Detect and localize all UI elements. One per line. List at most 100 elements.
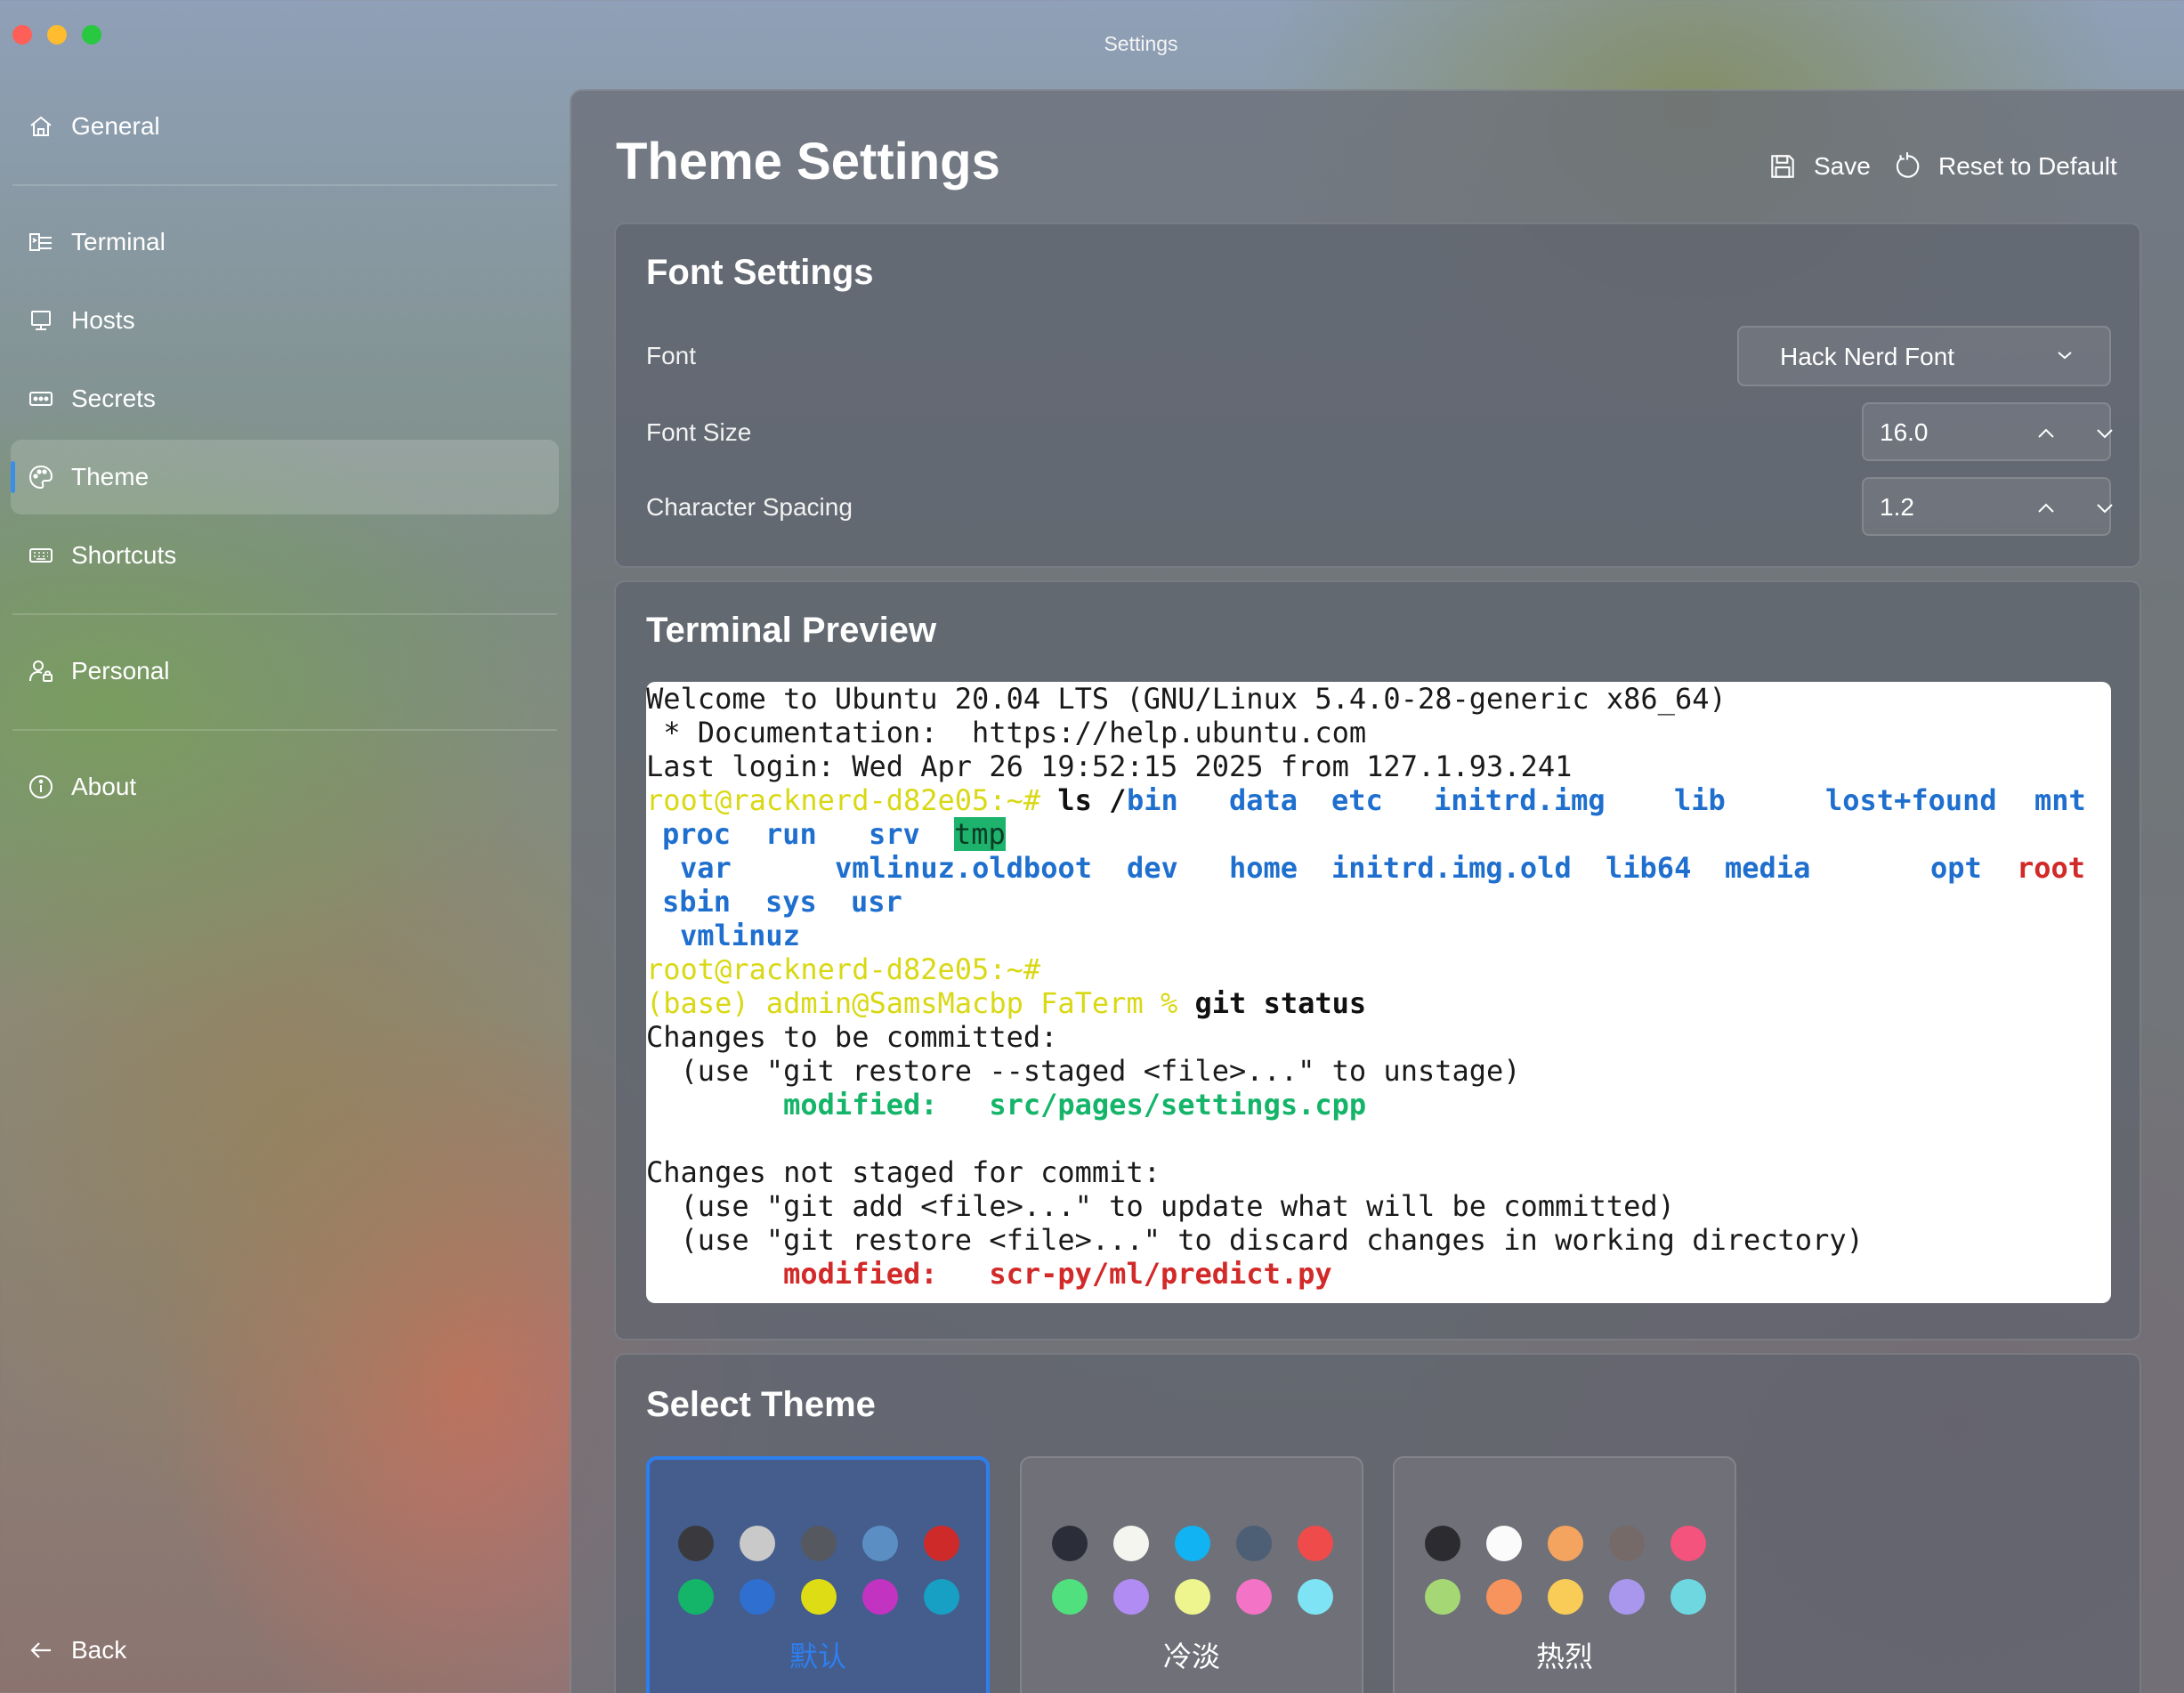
ls-entry: tmp	[954, 817, 1006, 851]
home-icon	[27, 112, 55, 141]
chevron-up-icon	[2038, 503, 2054, 513]
save-label: Save	[1814, 152, 1871, 180]
main-panel: Theme Settings Save Reset to Default Fon…	[570, 89, 2184, 1693]
info-icon	[27, 773, 55, 801]
color-swatch	[1175, 1579, 1210, 1615]
save-button[interactable]: Save	[1767, 144, 1871, 189]
arrow-left-icon	[27, 1636, 55, 1665]
color-swatch	[924, 1526, 959, 1561]
ls-entry: sys	[765, 885, 817, 919]
sidebar-item-general[interactable]: General	[11, 89, 559, 164]
color-swatch	[1298, 1526, 1333, 1561]
character-spacing-stepper[interactable]: 1.2	[1862, 477, 2113, 536]
font-select[interactable]: Hack Nerd Font	[1737, 326, 2111, 386]
color-swatch	[924, 1579, 959, 1615]
page-title: Theme Settings	[616, 133, 1000, 190]
sidebar-item-label: Terminal	[71, 228, 166, 255]
ls-entry: initrd.img	[1434, 783, 1606, 817]
ls-entry: etc	[1331, 783, 1383, 817]
theme-option[interactable]: 热烈	[1393, 1456, 1736, 1693]
color-swatch	[801, 1579, 837, 1615]
sidebar-item-theme[interactable]: Theme	[11, 440, 559, 514]
ls-entry: run	[765, 817, 817, 851]
ls-entry: data	[1229, 783, 1298, 817]
sidebar-item-personal[interactable]: Personal	[11, 634, 559, 709]
font-size-decrement-button[interactable]	[2091, 420, 2118, 447]
terminal-line: root@racknerd-d82e05:~#	[646, 952, 1041, 986]
character-spacing-decrement-button[interactable]	[2091, 495, 2118, 522]
terminal-preview-card: Terminal Preview Welcome to Ubuntu 20.04…	[614, 580, 2141, 1341]
ls-entry: usr	[851, 885, 902, 919]
reset-to-default-button[interactable]: Reset to Default	[1892, 144, 2117, 189]
sidebar-item-secrets[interactable]: Secrets	[11, 361, 559, 436]
ls-entry: srv	[869, 817, 920, 851]
character-spacing-increment-button[interactable]	[2033, 495, 2059, 522]
terminal-line: (use "git add <file>..." to update what …	[646, 1189, 1675, 1223]
color-swatch	[862, 1579, 898, 1615]
ls-entry: sbin	[662, 885, 732, 919]
color-swatch	[801, 1526, 837, 1561]
font-size-label: Font Size	[646, 418, 752, 446]
color-swatch	[1113, 1526, 1149, 1561]
font-size-increment-button[interactable]	[2033, 420, 2059, 447]
ls-entry: root	[2017, 851, 2086, 885]
color-swatch	[678, 1579, 714, 1615]
theme-option[interactable]: 冷淡	[1020, 1456, 1363, 1693]
reset-icon	[1896, 152, 1920, 178]
sidebar-divider	[12, 613, 557, 615]
person-lock-icon	[27, 657, 55, 685]
font-settings-title: Font Settings	[646, 253, 874, 292]
color-swatch	[1298, 1579, 1333, 1615]
sidebar-item-label: Hosts	[71, 306, 135, 334]
back-button[interactable]: Back	[11, 1613, 559, 1688]
theme-option[interactable]: 默认	[646, 1456, 990, 1693]
font-size-stepper[interactable]: 16.0	[1862, 402, 2113, 461]
font-select-value: Hack Nerd Font	[1780, 343, 1955, 370]
ls-entry: vmlinuz.oldboot	[835, 851, 1092, 885]
color-swatch	[1236, 1579, 1272, 1615]
reset-label: Reset to Default	[1938, 152, 2117, 180]
color-swatch	[1548, 1579, 1583, 1615]
color-swatch	[1486, 1526, 1522, 1561]
sidebar-item-label: About	[71, 773, 137, 800]
ls-entry: mnt	[2034, 783, 2086, 817]
chevron-down-icon	[2097, 429, 2113, 439]
sidebar-item-shortcuts[interactable]: Shortcuts	[11, 518, 559, 593]
terminal-line: (use "git restore --staged <file>..." to…	[646, 1054, 1521, 1088]
sidebar-divider	[12, 729, 557, 731]
keyboard-icon	[27, 541, 55, 570]
ls-entry: lost+found	[1825, 783, 1997, 817]
character-spacing-value: 1.2	[1880, 493, 1914, 521]
theme-name: 热烈	[1535, 1640, 1593, 1673]
theme-name: 默认	[789, 1640, 846, 1673]
character-spacing-label: Character Spacing	[646, 493, 853, 521]
sidebar-item-label: Secrets	[71, 385, 156, 412]
color-swatch	[1113, 1579, 1149, 1615]
color-swatch	[740, 1579, 775, 1615]
terminal-line: modified: scr-py/ml/predict.py	[646, 1257, 1332, 1291]
color-swatch	[1052, 1526, 1088, 1561]
select-theme-title: Select Theme	[646, 1385, 876, 1424]
ls-entry: bin	[1127, 783, 1178, 817]
terminal-line: Welcome to Ubuntu 20.04 LTS (GNU/Linux 5…	[646, 682, 1727, 716]
sidebar-item-terminal[interactable]: Terminal	[11, 205, 559, 279]
terminal-line: Changes to be committed:	[646, 1020, 1058, 1054]
sidebar-item-hosts[interactable]: Hosts	[11, 283, 559, 358]
ls-entry: vmlinuz	[680, 919, 800, 952]
theme-name: 冷淡	[1162, 1640, 1220, 1673]
color-swatch	[1425, 1579, 1460, 1615]
palette-icon	[27, 463, 55, 491]
sidebar-item-label: General	[71, 112, 160, 140]
color-swatch	[678, 1526, 714, 1561]
terminal-line: (use "git restore <file>..." to discard …	[646, 1223, 1864, 1257]
color-swatch	[1175, 1526, 1210, 1561]
back-label: Back	[71, 1636, 127, 1664]
sidebar-item-label: Personal	[71, 657, 170, 684]
terminal-line: modified: src/pages/settings.cpp	[646, 1088, 1367, 1122]
color-swatch	[1609, 1579, 1645, 1615]
terminal-line: (base) admin@SamsMacbp FaTerm % git stat…	[646, 986, 1367, 1020]
color-swatch	[1670, 1526, 1706, 1561]
ls-entry: initrd.img.old	[1331, 851, 1572, 885]
ls-entry: home	[1229, 851, 1298, 885]
sidebar-item-about[interactable]: About	[11, 749, 559, 824]
